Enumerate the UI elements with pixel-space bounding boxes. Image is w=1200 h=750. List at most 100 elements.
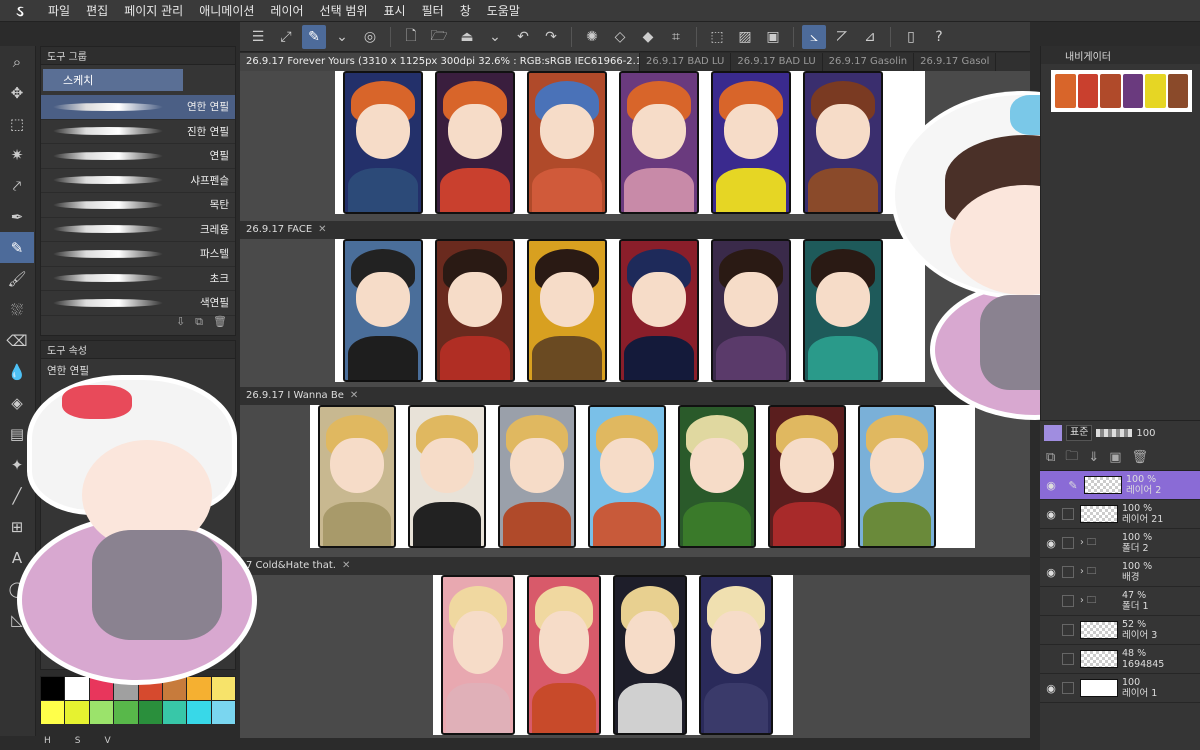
color-swatch[interactable] bbox=[41, 701, 65, 724]
clip-icon[interactable]: ◎ bbox=[358, 25, 382, 49]
redo-icon[interactable]: ↷ bbox=[539, 25, 563, 49]
opacity-slider[interactable] bbox=[1096, 429, 1133, 437]
eye-icon[interactable]: ◉ bbox=[1040, 566, 1062, 579]
open-folder-icon[interactable]: 🗁 bbox=[427, 25, 451, 49]
close-icon[interactable]: ✕ bbox=[318, 224, 326, 235]
folder-icon[interactable]: › 🗀 bbox=[1080, 564, 1118, 580]
app-logo-icon[interactable]: ઽ bbox=[0, 2, 40, 20]
menu-file[interactable]: 파일 bbox=[40, 2, 78, 19]
document-tab[interactable]: 26.9.17 Gasol bbox=[914, 53, 997, 71]
color-swatch[interactable] bbox=[162, 701, 187, 724]
eye-icon[interactable]: ◉ bbox=[1040, 682, 1062, 695]
color-swatch[interactable] bbox=[138, 701, 162, 724]
layer-checkbox[interactable] bbox=[1062, 653, 1074, 665]
hue-label[interactable]: H bbox=[44, 736, 51, 746]
new-layer-icon[interactable]: ⧉ bbox=[1046, 450, 1055, 465]
menu-page[interactable]: 페이지 관리 bbox=[116, 2, 191, 19]
fill-icon[interactable]: ◆ bbox=[636, 25, 660, 49]
document-row-tab[interactable]: 7 Cold&Hate that. ✕ bbox=[240, 557, 1030, 575]
value-label[interactable]: V bbox=[105, 736, 111, 746]
duplicate-icon[interactable]: ⧉ bbox=[195, 315, 203, 333]
special-ruler-snap-icon[interactable]: ⦢ bbox=[830, 25, 854, 49]
eraser-icon[interactable]: ⌫ bbox=[0, 325, 34, 356]
loading-icon[interactable]: ✺ bbox=[580, 25, 604, 49]
invert-selection-icon[interactable]: ▨ bbox=[733, 25, 757, 49]
blend-mode-select[interactable]: 표준 bbox=[1066, 425, 1093, 441]
menu-layer[interactable]: 레이어 bbox=[262, 2, 311, 19]
menu-animation[interactable]: 애니메이션 bbox=[191, 2, 262, 19]
artwork-strip[interactable] bbox=[310, 405, 975, 548]
menu-selection[interactable]: 선택 범위 bbox=[312, 2, 376, 19]
crop-icon[interactable]: ▣ bbox=[761, 25, 785, 49]
pencil-icon[interactable]: ✎ bbox=[0, 232, 34, 263]
sub-tool-tab[interactable]: 스케치 bbox=[43, 69, 183, 91]
menu-view[interactable]: 표시 bbox=[376, 2, 414, 19]
close-icon[interactable]: ✕ bbox=[350, 390, 358, 401]
layer-item[interactable]: ◉ › 🗀 100 % 배경 bbox=[1040, 558, 1200, 587]
trash-icon[interactable]: 🗑 bbox=[1132, 450, 1149, 465]
color-swatch[interactable] bbox=[211, 701, 235, 724]
merge-icon[interactable]: ⇓ bbox=[1088, 450, 1099, 465]
eye-icon[interactable]: ◉ bbox=[1040, 479, 1062, 492]
layer-checkbox[interactable] bbox=[1062, 566, 1074, 578]
color-swatch[interactable] bbox=[114, 701, 138, 724]
navigator-thumbnail[interactable] bbox=[1051, 70, 1192, 112]
document-tab[interactable]: 26.9.17 BAD LU bbox=[731, 53, 823, 71]
layer-checkbox[interactable] bbox=[1062, 595, 1074, 607]
eye-icon[interactable]: ◉ bbox=[1040, 508, 1062, 521]
artwork-strip[interactable] bbox=[335, 239, 925, 382]
save-icon[interactable]: ⏏ bbox=[455, 25, 479, 49]
clear-icon[interactable]: ◇ bbox=[608, 25, 632, 49]
brush-item[interactable]: 연한 연필 bbox=[41, 95, 235, 120]
help-icon[interactable]: ? bbox=[927, 25, 951, 49]
brush-icon[interactable]: 🖌 bbox=[0, 263, 34, 294]
color-swatch[interactable] bbox=[89, 701, 114, 724]
layer-color-swatch[interactable] bbox=[1044, 425, 1062, 441]
selection-icon[interactable]: ⬚ bbox=[0, 108, 34, 139]
brush-item[interactable]: 크레용 bbox=[41, 218, 235, 242]
close-icon[interactable]: ✕ bbox=[342, 560, 350, 571]
layer-item[interactable]: ◉ 100 % 레이어 21 bbox=[1040, 500, 1200, 529]
menu-help[interactable]: 도움말 bbox=[479, 2, 528, 19]
layer-item[interactable]: ◉ ✎ 100 % 레이어 2 bbox=[1040, 471, 1200, 500]
document-tab[interactable]: 26.9.17 Forever Yours (3310 x 1125px 300… bbox=[240, 53, 640, 71]
grid-snap-icon[interactable]: ⊿ bbox=[858, 25, 882, 49]
move-icon[interactable]: ✥ bbox=[0, 77, 34, 108]
document-tab[interactable]: 26.9.17 Gasolin bbox=[823, 53, 915, 71]
color-swatch[interactable] bbox=[187, 701, 211, 724]
folder-icon[interactable]: › 🗀 bbox=[1080, 535, 1118, 551]
airbrush-icon[interactable]: ⛆ bbox=[0, 294, 34, 325]
menu-edit[interactable]: 편집 bbox=[78, 2, 116, 19]
artwork-strip[interactable] bbox=[335, 71, 925, 214]
undo-icon[interactable]: ↶ bbox=[511, 25, 535, 49]
ruler-snap-icon[interactable]: ⦣ bbox=[802, 24, 826, 49]
brush-item[interactable]: 샤프펜슬 bbox=[41, 169, 235, 193]
zoom-icon[interactable]: ⌕ bbox=[0, 46, 34, 77]
artwork-strip[interactable] bbox=[433, 575, 793, 735]
layer-item[interactable]: 48 % 1694845 bbox=[1040, 645, 1200, 674]
smartphone-icon[interactable]: ▯ bbox=[899, 25, 923, 49]
import-icon[interactable]: ⇩ bbox=[176, 315, 185, 333]
trash-icon[interactable]: 🗑 bbox=[213, 315, 227, 333]
layer-checkbox[interactable] bbox=[1062, 624, 1074, 636]
deselect-icon[interactable]: ⬚ bbox=[705, 25, 729, 49]
brush-item[interactable]: 연필 bbox=[41, 144, 235, 169]
document-tab[interactable]: 26.9.17 BAD LU bbox=[640, 53, 732, 71]
brush-item[interactable]: 목탄 bbox=[41, 193, 235, 218]
pencil-icon[interactable]: ✎ bbox=[1062, 479, 1084, 492]
eye-icon[interactable]: ◉ bbox=[1040, 537, 1062, 550]
folder-icon[interactable]: › 🗀 bbox=[1080, 593, 1118, 609]
new-folder-icon[interactable]: 🗀 bbox=[1065, 447, 1078, 469]
new-file-icon[interactable]: 🗋 bbox=[399, 25, 423, 49]
brush-item[interactable]: 색연필 bbox=[41, 291, 235, 316]
saturation-label[interactable]: S bbox=[75, 736, 81, 746]
layer-checkbox[interactable] bbox=[1062, 682, 1074, 694]
layer-checkbox[interactable] bbox=[1062, 537, 1074, 549]
pen-mode-icon[interactable]: ✎ bbox=[302, 24, 326, 49]
brush-item[interactable]: 초크 bbox=[41, 267, 235, 291]
pen-icon[interactable]: ✒ bbox=[0, 201, 34, 232]
mask-icon[interactable]: ▣ bbox=[1109, 450, 1121, 465]
menu-window[interactable]: 창 bbox=[452, 2, 479, 19]
layer-item[interactable]: › 🗀 47 % 폴더 1 bbox=[1040, 587, 1200, 616]
brush-item[interactable]: 진한 연필 bbox=[41, 120, 235, 144]
